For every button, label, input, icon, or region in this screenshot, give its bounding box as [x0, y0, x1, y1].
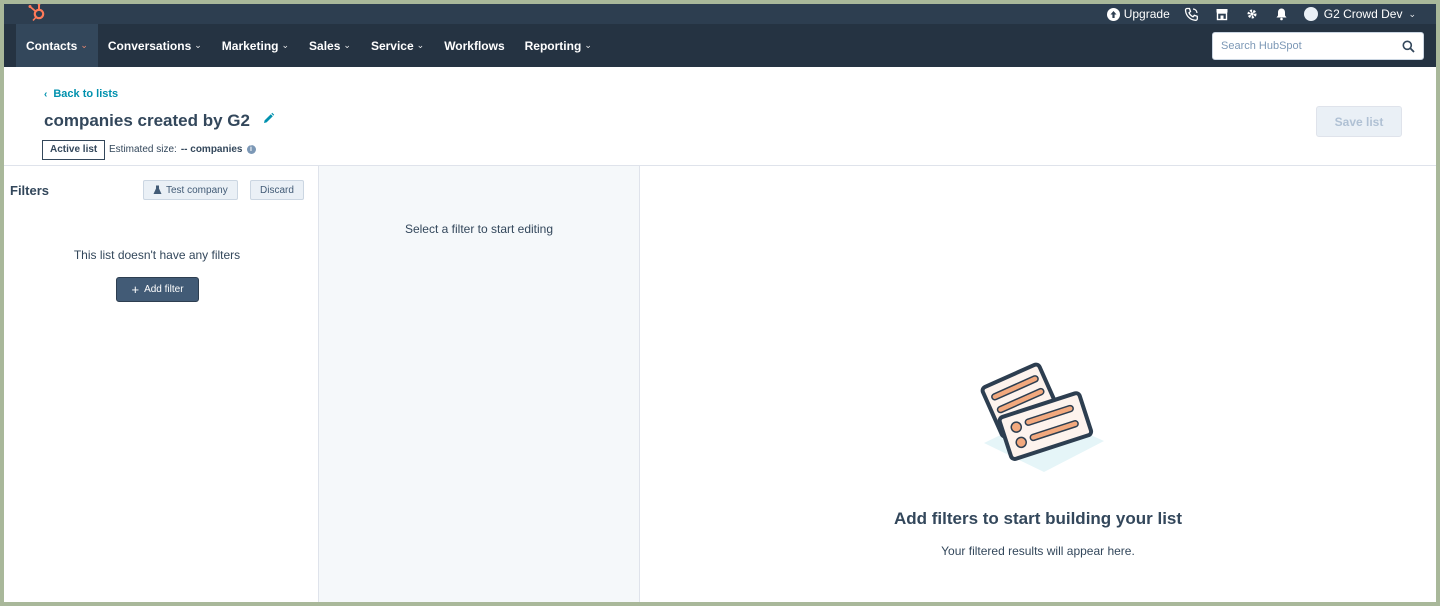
chevron-down-icon: ⌄: [584, 40, 592, 50]
back-link-label: Back to lists: [53, 88, 119, 100]
filter-editor-panel: Select a filter to start editing: [318, 166, 640, 602]
nav-item-reporting[interactable]: Reporting ⌄: [515, 24, 602, 67]
account-name: G2 Crowd Dev: [1323, 7, 1403, 21]
search-icon[interactable]: [1402, 40, 1415, 53]
nav-item-service[interactable]: Service ⌄: [361, 24, 434, 67]
chevron-down-icon: ⌄: [416, 40, 425, 50]
discard-button[interactable]: Discard: [250, 180, 304, 200]
nav-item-marketing[interactable]: Marketing ⌄: [212, 24, 299, 67]
marketplace-icon[interactable]: [1214, 6, 1230, 22]
estimated-size: Estimated size: -- companies i: [109, 144, 256, 155]
empty-list-illustration-icon: [980, 362, 1104, 472]
active-list-badge: Active list: [42, 140, 106, 160]
chevron-down-icon: ⌄: [194, 40, 202, 50]
test-company-button[interactable]: Test company: [143, 180, 238, 200]
chevron-down-icon: ⌄: [281, 40, 290, 50]
main-nav: Contacts ⌄ Conversations ⌄ Marketing ⌄ S…: [4, 24, 1436, 67]
nav-item-conversations[interactable]: Conversations ⌄: [98, 24, 212, 67]
hubspot-logo-icon[interactable]: [26, 4, 48, 23]
calling-icon[interactable]: [1184, 6, 1200, 22]
filters-title: Filters: [10, 183, 50, 198]
nav-item-label: Reporting: [524, 38, 582, 53]
plus-icon: +: [131, 281, 140, 297]
settings-gear-icon[interactable]: [1244, 6, 1260, 22]
nav-item-label: Marketing: [221, 38, 279, 53]
notifications-bell-icon[interactable]: [1274, 6, 1290, 22]
flask-icon: [153, 185, 162, 194]
nav-item-sales[interactable]: Sales ⌄: [299, 24, 361, 67]
editor-empty-message: Select a filter to start editing: [404, 222, 554, 236]
save-list-button[interactable]: Save list: [1316, 106, 1402, 137]
search-input[interactable]: [1221, 40, 1402, 52]
add-filter-button[interactable]: + Add filter: [116, 277, 199, 302]
empty-results-subtitle: Your filtered results will appear here.: [941, 544, 1135, 558]
avatar: [1303, 7, 1318, 21]
utility-bar: Upgrade G2 Crowd Dev ⌄: [4, 4, 1436, 24]
results-panel: Add filters to start building your list …: [640, 166, 1436, 602]
chevron-down-icon: ⌄: [1408, 8, 1416, 19]
chevron-left-icon: ‹: [44, 88, 48, 100]
nav-item-label: Sales: [309, 38, 341, 53]
estimated-value: -- companies: [180, 144, 243, 155]
search-box[interactable]: [1212, 32, 1424, 60]
upgrade-arrow-icon: [1106, 7, 1120, 21]
nav-item-label: Contacts: [26, 38, 78, 53]
chevron-down-icon: ⌄: [343, 40, 351, 50]
back-to-lists-link[interactable]: ‹ Back to lists: [44, 88, 118, 100]
empty-results-title: Add filters to start building your list: [893, 509, 1183, 528]
info-icon[interactable]: i: [246, 145, 256, 154]
nav-item-label: Workflows: [444, 38, 505, 53]
edit-pencil-icon[interactable]: [262, 112, 275, 125]
nav-item-contacts[interactable]: Contacts ⌄: [16, 24, 98, 67]
account-menu[interactable]: G2 Crowd Dev ⌄: [1303, 7, 1416, 21]
filters-panel: Filters Test company Discard This list d…: [4, 166, 318, 602]
page-title: companies created by G2: [44, 111, 250, 130]
no-filters-message: This list doesn't have any filters: [73, 248, 241, 262]
add-filter-label: Add filter: [144, 284, 184, 295]
test-company-label: Test company: [166, 184, 228, 196]
chevron-down-icon: ⌄: [80, 40, 88, 50]
upgrade-button[interactable]: Upgrade: [1106, 7, 1170, 21]
upgrade-label: Upgrade: [1123, 7, 1170, 21]
discard-label: Discard: [260, 184, 294, 196]
nav-item-label: Service: [370, 38, 414, 53]
nav-item-label: Conversations: [107, 38, 192, 53]
app-window: Upgrade G2 Crowd Dev ⌄ Contacts ⌄ Conver…: [4, 4, 1436, 602]
nav-item-workflows[interactable]: Workflows: [434, 24, 514, 67]
estimated-label: Estimated size:: [109, 144, 177, 155]
